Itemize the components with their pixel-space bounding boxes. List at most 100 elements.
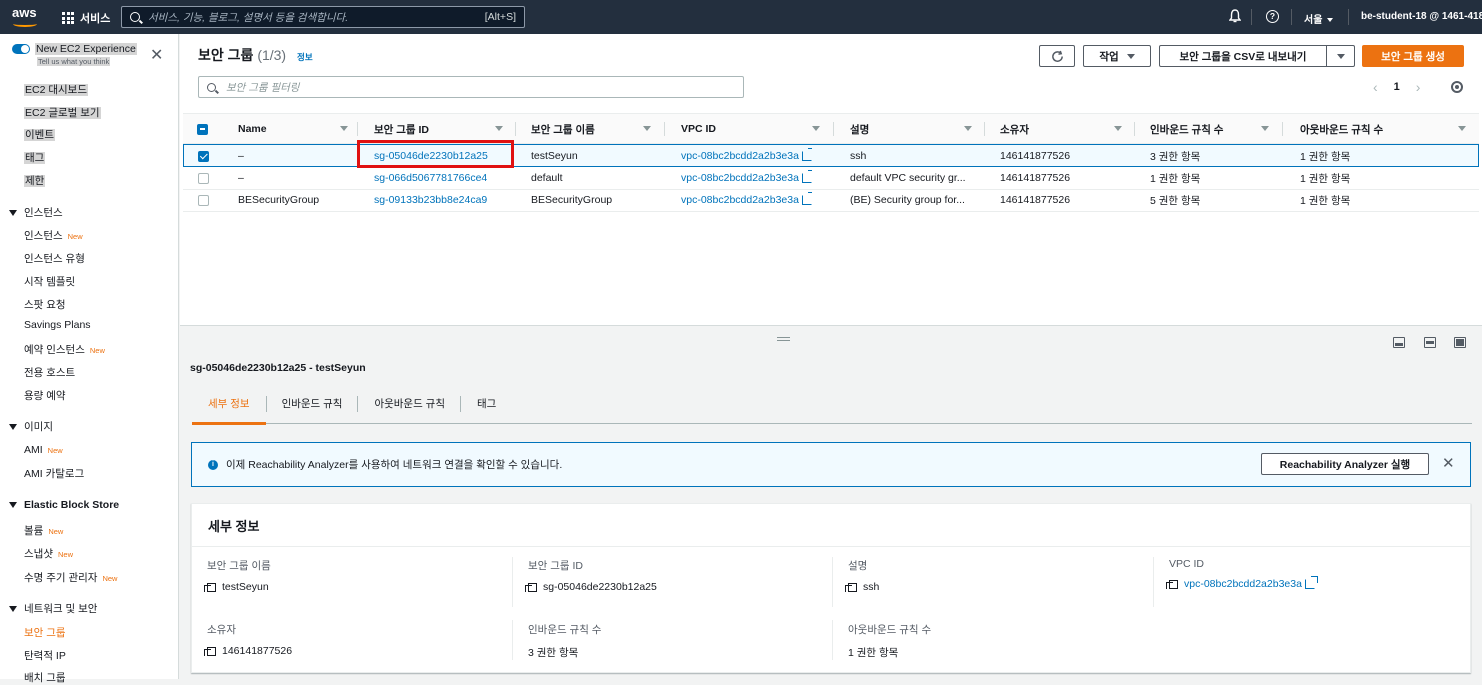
- tab-tags[interactable]: 태그: [461, 382, 512, 424]
- vpc-link[interactable]: vpc-08bc2bcdd2a2b3e3a: [1184, 578, 1302, 590]
- export-options-button[interactable]: [1326, 45, 1355, 67]
- cell-vpc-link[interactable]: vpc-08bc2bcdd2a2b3e3a: [681, 189, 812, 211]
- sidebar-item-events[interactable]: 이벤트: [24, 127, 55, 142]
- copy-icon[interactable]: [1166, 579, 1178, 589]
- actions-dropdown-button[interactable]: 작업: [1083, 45, 1151, 67]
- export-csv-button[interactable]: 보안 그룹을 CSV로 내보내기: [1159, 45, 1327, 67]
- sidebar-item-reserved-instances[interactable]: 예약 인스턴스 New: [24, 342, 105, 357]
- field-group-name: 보안 그룹 이름 testSeyun: [204, 560, 271, 593]
- filter-input[interactable]: 보안 그룹 필터링: [198, 76, 744, 98]
- field-vpc-id: VPC ID vpc-08bc2bcdd2a2b3e3a: [1166, 558, 1318, 590]
- column-header-description[interactable]: 설명: [850, 114, 990, 144]
- row-checkbox[interactable]: [198, 145, 209, 167]
- tab-outbound-rules[interactable]: 아웃바운드 규칙: [358, 382, 461, 424]
- sidebar-item-ec2-dashboard[interactable]: EC2 대시보드: [24, 82, 88, 97]
- sidebar-item-launch-templates[interactable]: 시작 템플릿: [24, 274, 75, 289]
- column-header-name[interactable]: Name: [238, 114, 363, 144]
- feedback-link[interactable]: Tell us what you think: [37, 57, 111, 66]
- aws-logo[interactable]: aws: [12, 5, 42, 29]
- sidebar-item-global-view[interactable]: EC2 글로벌 보기: [24, 105, 101, 120]
- help-icon[interactable]: ?: [1266, 10, 1279, 23]
- sidebar-section-network-security[interactable]: 네트워크 및 보안: [9, 601, 97, 616]
- copy-icon[interactable]: [204, 646, 216, 656]
- caret-down-icon: [1126, 53, 1135, 59]
- table-row[interactable]: BESecurityGroup sg-09133b23bb8e24ca9 BES…: [183, 189, 1479, 212]
- tab-inbound-rules[interactable]: 인바운드 규칙: [266, 382, 359, 424]
- tab-details[interactable]: 세부 정보: [192, 382, 267, 425]
- create-security-group-button[interactable]: 보안 그룹 생성: [1362, 45, 1464, 67]
- resize-handle[interactable]: [777, 337, 790, 341]
- field-outbound-count: 아웃바운드 규칙 수 1 권한 항목: [848, 624, 932, 659]
- gear-icon[interactable]: [1451, 81, 1463, 93]
- search-shortcut-hint: [Alt+S]: [484, 11, 516, 23]
- table-row[interactable]: – sg-066d5067781766ce4 default vpc-08bc2…: [183, 167, 1479, 190]
- caret-down-icon: [9, 209, 17, 216]
- sidebar-item-security-groups[interactable]: 보안 그룹: [24, 625, 66, 640]
- sidebar-item-instance-types[interactable]: 인스턴스 유형: [24, 251, 85, 266]
- new-badge: New: [47, 446, 63, 455]
- chevron-right-icon[interactable]: ›: [1416, 79, 1421, 95]
- bell-icon[interactable]: [1228, 9, 1242, 26]
- sidebar-item-dedicated-hosts[interactable]: 전용 호스트: [24, 365, 75, 380]
- column-header-vpc-id[interactable]: VPC ID: [681, 114, 841, 144]
- sidebar-item-placement-groups[interactable]: 배치 그룹: [24, 670, 66, 685]
- new-experience-label: New EC2 Experience: [35, 43, 137, 55]
- sidebar-section-images[interactable]: 이미지: [9, 419, 53, 434]
- run-reachability-analyzer-button[interactable]: Reachability Analyzer 실행: [1261, 453, 1429, 475]
- chevron-left-icon[interactable]: ‹: [1373, 79, 1378, 95]
- row-checkbox[interactable]: [198, 189, 209, 211]
- caret-down-icon: [9, 423, 17, 430]
- column-divider: [1134, 122, 1135, 136]
- sidebar-item-capacity-reservations[interactable]: 용량 예약: [24, 388, 66, 403]
- cell-vpc-link[interactable]: vpc-08bc2bcdd2a2b3e3a: [681, 167, 812, 189]
- sidebar-item-ami[interactable]: AMI New: [24, 444, 63, 456]
- column-header-inbound[interactable]: 인바운드 규칙 수: [1150, 114, 1290, 144]
- copy-icon[interactable]: [845, 582, 857, 592]
- sidebar-item-limits[interactable]: 제한: [24, 173, 46, 188]
- split-bottom-icon[interactable]: [1393, 337, 1405, 348]
- sort-icon: [495, 126, 503, 131]
- split-full-icon[interactable]: [1454, 337, 1466, 348]
- column-header-group-name[interactable]: 보안 그룹 이름: [531, 114, 671, 144]
- select-all-checkbox[interactable]: [197, 114, 208, 144]
- close-icon[interactable]: ✕: [1442, 454, 1455, 472]
- sidebar-item-ami-catalog[interactable]: AMI 카탈로그: [24, 466, 84, 481]
- sidebar-section-ebs[interactable]: Elastic Block Store: [9, 499, 119, 511]
- services-menu-button[interactable]: 서비스: [62, 10, 110, 26]
- page-number[interactable]: 1: [1394, 81, 1400, 93]
- sidebar-item-volumes[interactable]: 볼륨 New: [24, 523, 63, 538]
- aws-logo-text: aws: [12, 5, 37, 20]
- column-header-owner[interactable]: 소유자: [1000, 114, 1140, 144]
- sidebar-item-tags[interactable]: 태그: [24, 150, 46, 165]
- cell-outbound: 1 권한 항목: [1300, 172, 1351, 185]
- sidebar-item-savings-plans[interactable]: Savings Plans: [24, 319, 91, 331]
- search-icon: [207, 82, 216, 92]
- refresh-button[interactable]: [1039, 45, 1075, 67]
- sidebar-item-spot-requests[interactable]: 스팟 요청: [24, 297, 66, 312]
- sidebar-item-instances[interactable]: 인스턴스 New: [24, 228, 83, 243]
- cell-vpc-link[interactable]: vpc-08bc2bcdd2a2b3e3a: [681, 145, 812, 167]
- search-icon: [130, 12, 140, 22]
- split-center-icon[interactable]: [1424, 337, 1436, 348]
- sidebar-item-snapshots[interactable]: 스냅샷 New: [24, 546, 73, 561]
- copy-icon[interactable]: [204, 582, 216, 592]
- account-menu[interactable]: be-student-18 @ 1461-4187-: [1361, 11, 1482, 22]
- region-selector[interactable]: 서울: [1304, 11, 1334, 26]
- sort-icon: [1261, 126, 1269, 131]
- copy-icon[interactable]: [525, 582, 537, 592]
- column-header-outbound[interactable]: 아웃바운드 규칙 수: [1300, 114, 1470, 144]
- sidebar-section-instances[interactable]: 인스턴스: [9, 205, 63, 220]
- info-link[interactable]: 정보: [297, 51, 313, 63]
- global-search-input[interactable]: 서비스, 기능, 블로그, 설명서 등을 검색합니다. [Alt+S]: [121, 6, 525, 28]
- refresh-icon: [1051, 50, 1063, 62]
- new-experience-toggle[interactable]: [12, 44, 30, 54]
- sidebar-item-lifecycle-manager[interactable]: 수명 주기 관리자 New: [24, 570, 117, 585]
- close-icon[interactable]: ✕: [150, 48, 163, 64]
- cell-group-name: default: [531, 172, 563, 184]
- cell-owner: 146141877526: [1000, 172, 1071, 184]
- sidebar-item-elastic-ips[interactable]: 탄력적 IP: [24, 648, 66, 663]
- cell-group-id-link[interactable]: sg-066d5067781766ce4: [374, 167, 487, 189]
- row-checkbox[interactable]: [198, 167, 209, 189]
- alert-text: 이제 Reachability Analyzer를 사용하여 네트워크 연결을 …: [226, 459, 563, 471]
- cell-group-id-link[interactable]: sg-09133b23bb8e24ca9: [374, 189, 487, 211]
